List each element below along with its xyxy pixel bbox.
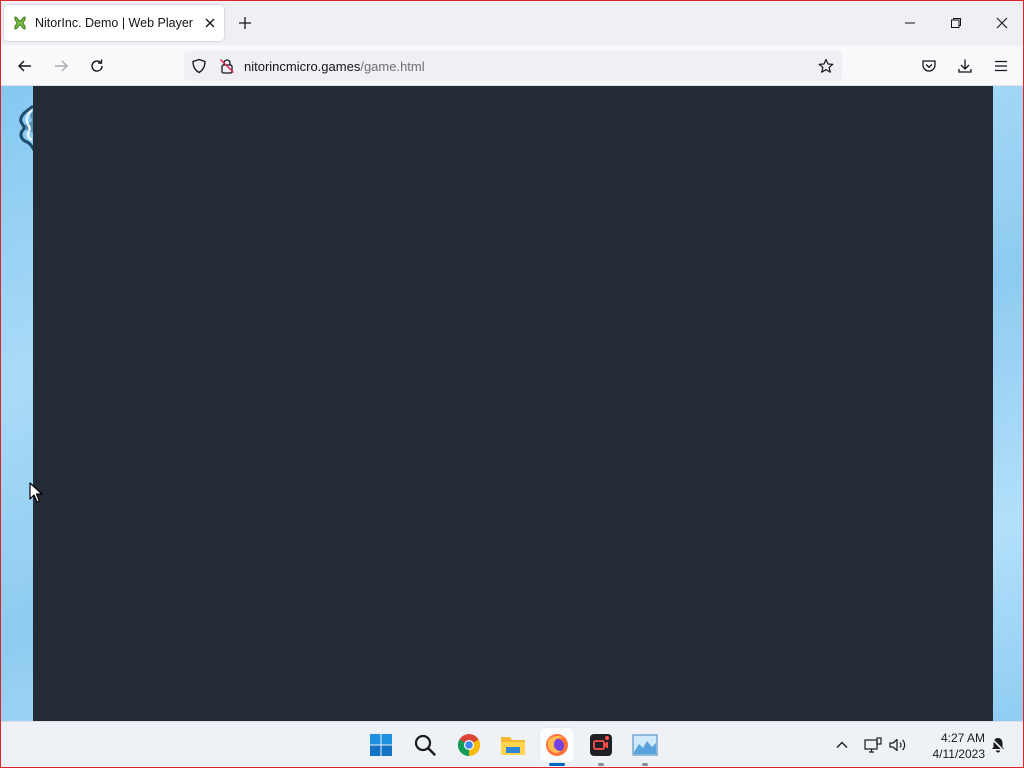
running-app-indicator (642, 763, 648, 766)
browser-tab-active[interactable]: NitorInc. Demo | Web Player (4, 5, 224, 41)
clock-time: 4:27 AM (940, 731, 985, 745)
chrome-icon[interactable] (452, 728, 486, 762)
web-page-background (1, 86, 1023, 721)
url-text[interactable]: nitorincmicro.games/game.html (244, 59, 425, 74)
bookmark-star-icon[interactable] (817, 57, 835, 75)
minimize-window-button[interactable] (896, 9, 924, 37)
windows-taskbar: 4:27 AM 4/11/2023 (1, 721, 1023, 767)
firefox-icon[interactable] (540, 728, 574, 766)
start-icon[interactable] (364, 728, 398, 762)
reload-icon[interactable] (84, 53, 110, 79)
url-path: /game.html (360, 59, 425, 74)
system-clock[interactable]: 4:27 AM 4/11/2023 (915, 730, 986, 762)
active-app-indicator (549, 763, 565, 766)
tab-title: NitorInc. Demo | Web Player (35, 16, 193, 30)
browser-navigation-bar: nitorincmicro.games/game.html (1, 45, 1023, 86)
downloads-icon[interactable] (952, 53, 978, 79)
close-window-button[interactable] (988, 9, 1016, 37)
file-explorer-icon[interactable] (496, 728, 530, 762)
clock-date: 4/11/2023 (932, 747, 986, 761)
address-bar[interactable]: nitorincmicro.games/game.html (184, 51, 842, 81)
chevron-up-icon[interactable] (833, 736, 851, 754)
mouse-cursor-icon (29, 482, 43, 503)
photos-icon[interactable] (628, 728, 662, 766)
hamburger-menu-icon[interactable] (988, 53, 1014, 79)
volume-icon[interactable] (889, 736, 907, 754)
close-tab-icon[interactable] (202, 15, 218, 31)
pocket-icon[interactable] (916, 53, 942, 79)
back-arrow-icon[interactable] (12, 53, 38, 79)
screen-recorder-icon[interactable] (584, 728, 618, 766)
notification-bell-icon[interactable] (989, 736, 1007, 754)
game-canvas[interactable] (33, 86, 993, 721)
new-tab-button[interactable] (235, 13, 255, 33)
tracking-protection-shield-icon[interactable] (190, 57, 208, 75)
browser-tab-strip: NitorInc. Demo | Web Player (1, 1, 1023, 45)
desktop-screen: NitorInc. Demo | Web Player nitorincmicr… (0, 0, 1024, 768)
search-icon[interactable] (408, 728, 442, 762)
url-domain: nitorincmicro.games (244, 59, 361, 74)
forward-arrow-icon[interactable] (48, 53, 74, 79)
restore-window-button[interactable] (942, 9, 970, 37)
insecure-lock-icon[interactable] (218, 57, 236, 75)
nitorinc-favicon-icon (12, 15, 28, 31)
network-icon[interactable] (864, 736, 882, 754)
running-app-indicator (598, 763, 604, 766)
